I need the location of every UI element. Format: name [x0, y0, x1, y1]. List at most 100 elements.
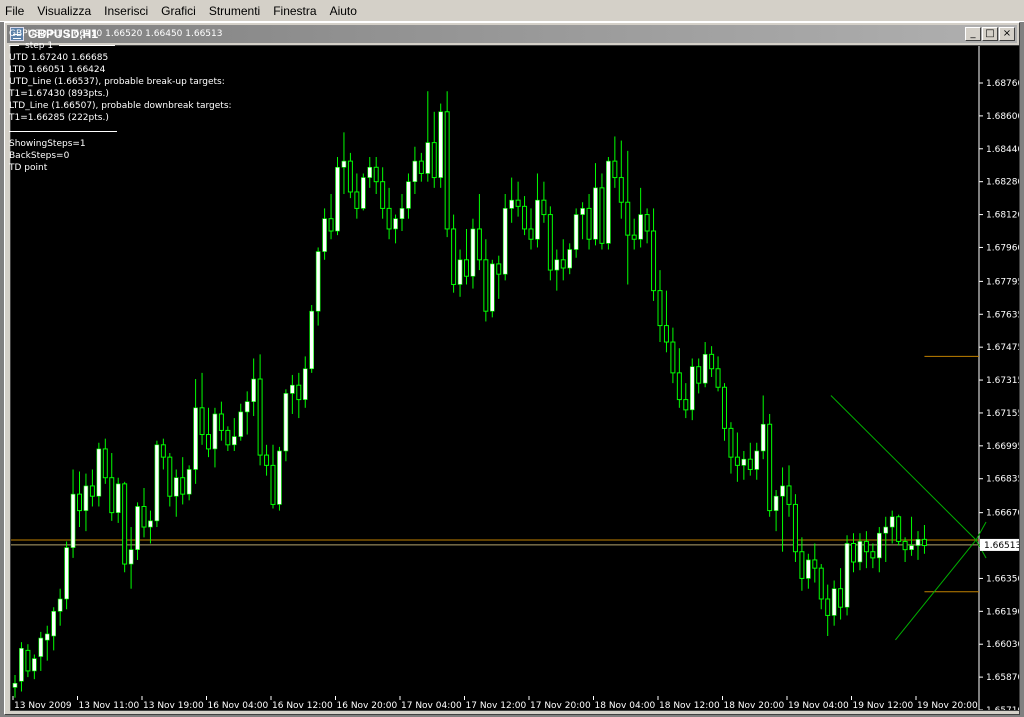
- candle-body: [606, 160, 611, 244]
- candle-body: [322, 218, 327, 252]
- candle-body: [51, 611, 57, 637]
- candle-body: [373, 166, 379, 183]
- time-tick-label: 13 Nov 11:00: [79, 701, 140, 710]
- candle-body: [696, 366, 702, 384]
- candle-body: [625, 201, 631, 236]
- candle-body: [380, 181, 386, 209]
- candle-body: [77, 493, 82, 512]
- candle-body: [593, 187, 598, 240]
- menu-inserisci[interactable]: Inserisci: [98, 4, 155, 18]
- candle-body: [728, 427, 734, 458]
- candle-body: [786, 485, 792, 505]
- candle-body: [747, 458, 753, 470]
- candle-body: [535, 199, 540, 240]
- candle-body: [64, 547, 69, 600]
- candle-body: [135, 506, 140, 550]
- candle-body: [186, 469, 192, 495]
- candle-body: [96, 448, 102, 497]
- menu-grafici[interactable]: Grafici: [155, 4, 203, 18]
- price-tick-label: 1.68440: [986, 145, 1019, 155]
- time-tick-label: 19 Nov 04:00: [788, 701, 849, 710]
- info-separator: [9, 131, 117, 132]
- ltd-trend-line: [895, 539, 977, 641]
- candle-body: [702, 354, 708, 384]
- candle-body: [741, 458, 747, 466]
- candle-body: [754, 450, 760, 470]
- price-tick-label: 1.67635: [986, 310, 1019, 320]
- maximize-button[interactable]: □: [982, 27, 998, 41]
- candle-body: [799, 551, 805, 579]
- candle-body: [173, 477, 179, 497]
- candle-body: [812, 559, 818, 569]
- step-line-swatch: [9, 45, 19, 46]
- menu-finestra[interactable]: Finestra: [267, 4, 323, 18]
- candle-body: [167, 456, 173, 497]
- t1-up-target: T1=1.67430 (893pts.): [9, 89, 109, 99]
- candle-body: [644, 214, 650, 232]
- candle-body: [470, 228, 476, 277]
- time-tick-label: 18 Nov 04:00: [595, 701, 656, 710]
- time-tick-label: 19 Nov 20:00: [917, 701, 978, 710]
- candle-body: [399, 208, 405, 219]
- candle-body: [825, 598, 831, 616]
- candle-body: [612, 160, 618, 179]
- time-tick-label: 19 Nov 12:00: [853, 701, 914, 710]
- candle-body: [296, 384, 302, 401]
- menu-strumenti[interactable]: Strumenti: [203, 4, 267, 18]
- close-button[interactable]: ×: [999, 27, 1015, 41]
- indicator-info-panel: GBPUSD,H1 1.66510 1.66520 1.66450 1.6651…: [9, 28, 232, 174]
- candle-body: [902, 540, 908, 551]
- menu-aiuto[interactable]: Aiuto: [324, 4, 364, 18]
- candle-body: [283, 393, 289, 452]
- price-tick-label: 1.65710: [986, 706, 1019, 710]
- candle-body: [618, 177, 624, 203]
- candle-body: [122, 483, 128, 565]
- candle-body: [567, 249, 573, 269]
- candle-body: [425, 142, 431, 174]
- candle-body: [19, 648, 24, 682]
- time-tick-label: 16 Nov 12:00: [272, 701, 333, 710]
- candle-body: [141, 505, 147, 528]
- ltd-line-text: LTD_Line (1.66507), probable downbreak t…: [9, 101, 232, 111]
- candle-body: [831, 588, 837, 616]
- t1-down-target: T1=1.66285 (222pts.): [9, 113, 109, 123]
- time-tick-label: 18 Nov 12:00: [659, 701, 720, 710]
- candle-body: [876, 532, 882, 559]
- candle-body: [554, 259, 560, 271]
- price-tick-label: 1.68120: [986, 211, 1019, 221]
- candle-body: [418, 160, 424, 174]
- candle-body: [309, 310, 315, 370]
- candle-body: [38, 637, 44, 657]
- candle-body: [302, 368, 308, 400]
- candle-body: [160, 444, 166, 458]
- candle-body: [115, 483, 121, 513]
- candle-body: [444, 111, 450, 230]
- candle-body: [541, 199, 547, 216]
- step-label: step 1: [25, 41, 54, 51]
- menu-file[interactable]: File: [0, 4, 31, 18]
- time-tick-label: 16 Nov 04:00: [208, 701, 269, 710]
- candle-body: [386, 207, 392, 230]
- price-tick-label: 1.67475: [986, 343, 1019, 353]
- candle-body: [792, 503, 798, 553]
- candle-body: [870, 551, 876, 559]
- candle-body: [464, 259, 469, 277]
- candle-body: [102, 448, 108, 479]
- candle-body: [715, 368, 721, 388]
- candle-body: [483, 259, 489, 312]
- candle-body: [760, 423, 766, 452]
- candle-body: [89, 485, 95, 497]
- time-tick-label: 17 Nov 12:00: [466, 701, 527, 710]
- candle-body: [689, 366, 695, 411]
- menu-visualizza[interactable]: Visualizza: [31, 4, 98, 18]
- ltd-trend-extension: [975, 521, 987, 541]
- candle-body: [251, 378, 256, 402]
- minimize-button[interactable]: _: [965, 27, 981, 41]
- candle-body: [148, 520, 153, 528]
- candle-body: [354, 191, 360, 209]
- time-tick-label: 18 Nov 20:00: [724, 701, 785, 710]
- candle-body: [212, 413, 218, 450]
- candle-body: [844, 543, 850, 608]
- price-tick-label: 1.67795: [986, 277, 1019, 287]
- candle-body: [915, 539, 921, 546]
